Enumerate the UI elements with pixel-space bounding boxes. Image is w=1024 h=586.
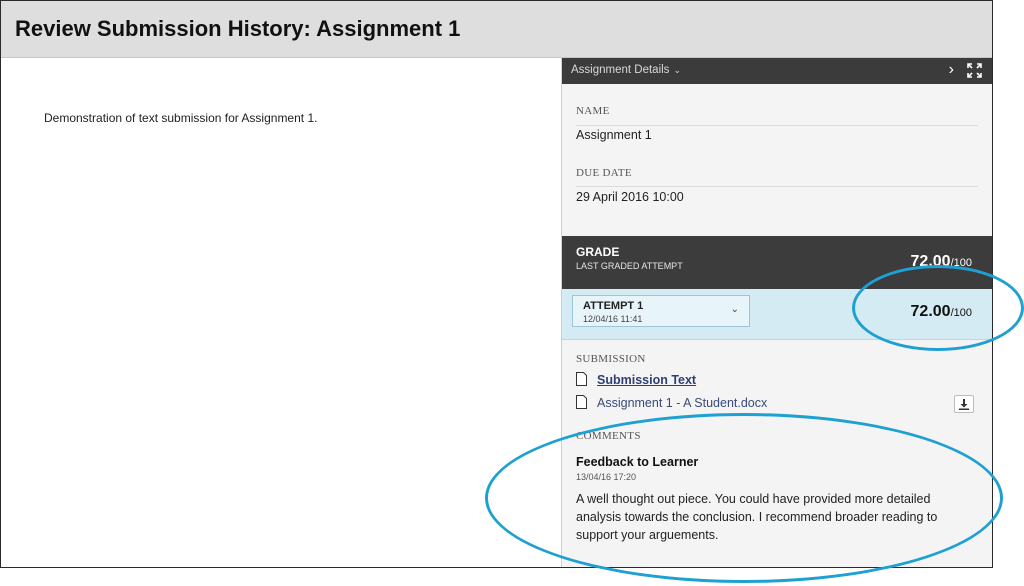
chevron-down-icon: ⌄ [673,65,681,75]
attempt-grade: 72.00/100 [911,303,972,321]
attempt-title: ATTEMPT 1 [583,300,644,312]
comments-label: COMMENTS [576,430,641,442]
file-item: Submission Text [576,372,696,389]
assignment-details-label: Assignment Details [571,64,670,76]
attempt-out-of: /100 [950,307,972,319]
submission-text-link[interactable]: Submission Text [597,373,696,387]
chevron-right-icon[interactable]: › [949,61,954,79]
assignment-details-dropdown[interactable]: Assignment Details ⌄ [571,64,681,76]
title-bar: Review Submission History: Assignment 1 [1,1,992,58]
attempt-row: ATTEMPT 1 12/04/16 11:41 ⌄ 72.00/100 [562,289,992,340]
grade-summary: GRADE LAST GRADED ATTEMPT 72.00/100 [562,236,992,289]
document-icon [576,372,587,389]
page-title: Review Submission History: Assignment 1 [15,16,461,41]
name-label: NAME [576,105,610,117]
attached-file-link[interactable]: Assignment 1 - A Student.docx [597,396,767,410]
grade-subtitle: LAST GRADED ATTEMPT [576,261,683,271]
attempt-score: 72.00 [910,303,951,320]
divider [576,125,978,126]
download-button[interactable] [954,395,974,413]
feedback-title: Feedback to Learner [576,455,699,469]
grade-title: GRADE [576,245,620,259]
submission-label: SUBMISSION [576,353,646,365]
divider [576,186,978,187]
review-window: Review Submission History: Assignment 1 … [0,0,993,568]
document-icon [576,395,587,412]
assignment-name: Assignment 1 [576,128,652,142]
grade-score: 72.00 [910,253,951,270]
feedback-text: A well thought out piece. You could have… [576,492,938,542]
file-item: Assignment 1 - A Student.docx [576,395,767,412]
chevron-down-icon: ⌄ [730,304,739,315]
feedback-date: 13/04/16 17:20 [576,472,637,482]
expand-icon[interactable] [967,63,982,83]
submission-content-pane: Demonstration of text submission for Ass… [1,58,561,567]
assignment-details-panel: Assignment Details ⌄ › NAME Assignment 1 … [561,58,992,567]
overall-grade: 72.00/100 [911,253,972,271]
submission-body-text: Demonstration of text submission for Ass… [44,111,318,125]
download-icon [955,399,973,416]
attempt-selector[interactable]: ATTEMPT 1 12/04/16 11:41 ⌄ [572,295,750,327]
attempt-date: 12/04/16 11:41 [583,314,643,324]
assignment-details-header: Assignment Details ⌄ › [562,58,992,84]
grade-out-of: /100 [950,257,972,269]
due-date-label: DUE DATE [576,167,632,179]
due-date-value: 29 April 2016 10:00 [576,190,684,204]
